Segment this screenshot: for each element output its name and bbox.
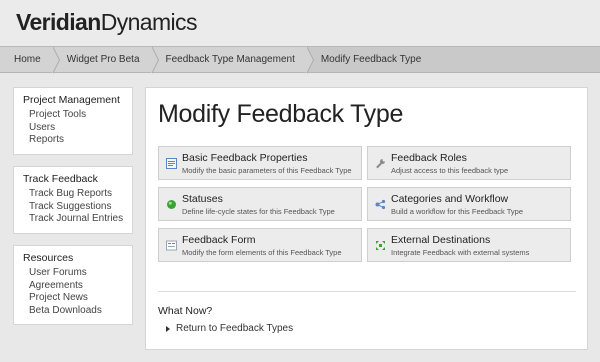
sidebar-item-user-forums[interactable]: User Forums	[29, 267, 123, 280]
tile-description: Integrate Feedback with external systems	[391, 248, 530, 257]
app-header: VeridianDynamics	[0, 0, 600, 46]
tile-external-destinations[interactable]: External Destinations Integrate Feedback…	[367, 228, 571, 262]
breadcrumb-item-widget-pro-beta[interactable]: Widget Pro Beta	[52, 46, 159, 74]
status-dot-icon	[166, 197, 177, 209]
breadcrumb-item-feedback-type-management[interactable]: Feedback Type Management	[151, 46, 314, 74]
breadcrumb: Home Widget Pro Beta Feedback Type Manag…	[0, 46, 600, 74]
form-icon	[166, 238, 177, 251]
tile-description: Build a workflow for this Feedback Type	[391, 207, 524, 216]
tile-feedback-form[interactable]: Feedback Form Modify the form elements o…	[158, 228, 362, 262]
breadcrumb-item-current: Modify Feedback Type	[320, 54, 422, 65]
tile-basic-feedback-properties[interactable]: Basic Feedback Properties Modify the bas…	[158, 146, 362, 180]
sidebar-item-track-journal-entries[interactable]: Track Journal Entries	[29, 213, 123, 226]
sidebar-section-title: Track Feedback	[23, 173, 98, 185]
divider	[158, 291, 576, 292]
sidebar-item-beta-downloads[interactable]: Beta Downloads	[29, 305, 123, 318]
tile-title: Categories and Workflow	[391, 193, 509, 205]
page-title: Modify Feedback Type	[158, 100, 404, 128]
sidebar-item-reports[interactable]: Reports	[29, 134, 123, 147]
return-to-feedback-types-link[interactable]: Return to Feedback Types	[166, 323, 293, 334]
wrench-icon	[375, 156, 386, 169]
sidebar-item-project-news[interactable]: Project News	[29, 292, 123, 305]
return-link-label: Return to Feedback Types	[176, 323, 294, 334]
tile-title: Feedback Form	[182, 234, 256, 246]
sidebar-section-title: Resources	[23, 252, 74, 264]
tile-statuses[interactable]: Statuses Define life-cycle states for th…	[158, 187, 362, 221]
tile-title: Statuses	[182, 193, 223, 205]
main-panel: Modify Feedback Type Basic Feedback Prop…	[145, 87, 588, 350]
sidebar-item-project-tools[interactable]: Project Tools	[29, 109, 123, 122]
caret-right-icon	[166, 325, 170, 332]
tile-description: Adjust access to this feedback type	[391, 166, 509, 175]
tile-title: Basic Feedback Properties	[182, 152, 308, 164]
logo[interactable]: VeridianDynamics	[16, 9, 197, 36]
tile-categories-and-workflow[interactable]: Categories and Workflow Build a workflow…	[367, 187, 571, 221]
tile-feedback-roles[interactable]: Feedback Roles Adjust access to this fee…	[367, 146, 571, 180]
sidebar-item-track-bug-reports[interactable]: Track Bug Reports	[29, 188, 123, 201]
tile-description: Define life-cycle states for this Feedba…	[182, 207, 335, 216]
sidebar-section-project-management: Project Management Project Tools Users R…	[13, 87, 133, 155]
workflow-icon	[375, 197, 386, 210]
tile-title: Feedback Roles	[391, 152, 467, 164]
properties-icon	[166, 156, 177, 169]
sidebar-section-resources: Resources User Forums Agreements Project…	[13, 245, 133, 325]
tile-title: External Destinations	[391, 234, 491, 246]
what-now-heading: What Now?	[158, 305, 213, 317]
external-icon	[375, 238, 386, 250]
sidebar-item-agreements[interactable]: Agreements	[29, 280, 123, 293]
sidebar-item-track-suggestions[interactable]: Track Suggestions	[29, 201, 123, 214]
sidebar-item-users[interactable]: Users	[29, 122, 123, 135]
tile-description: Modify the form elements of this Feedbac…	[182, 248, 342, 257]
sidebar-section-track-feedback: Track Feedback Track Bug Reports Track S…	[13, 166, 133, 234]
tile-description: Modify the basic parameters of this Feed…	[182, 166, 352, 175]
sidebar-section-title: Project Management	[23, 94, 120, 106]
breadcrumb-item-home[interactable]: Home	[0, 46, 60, 74]
